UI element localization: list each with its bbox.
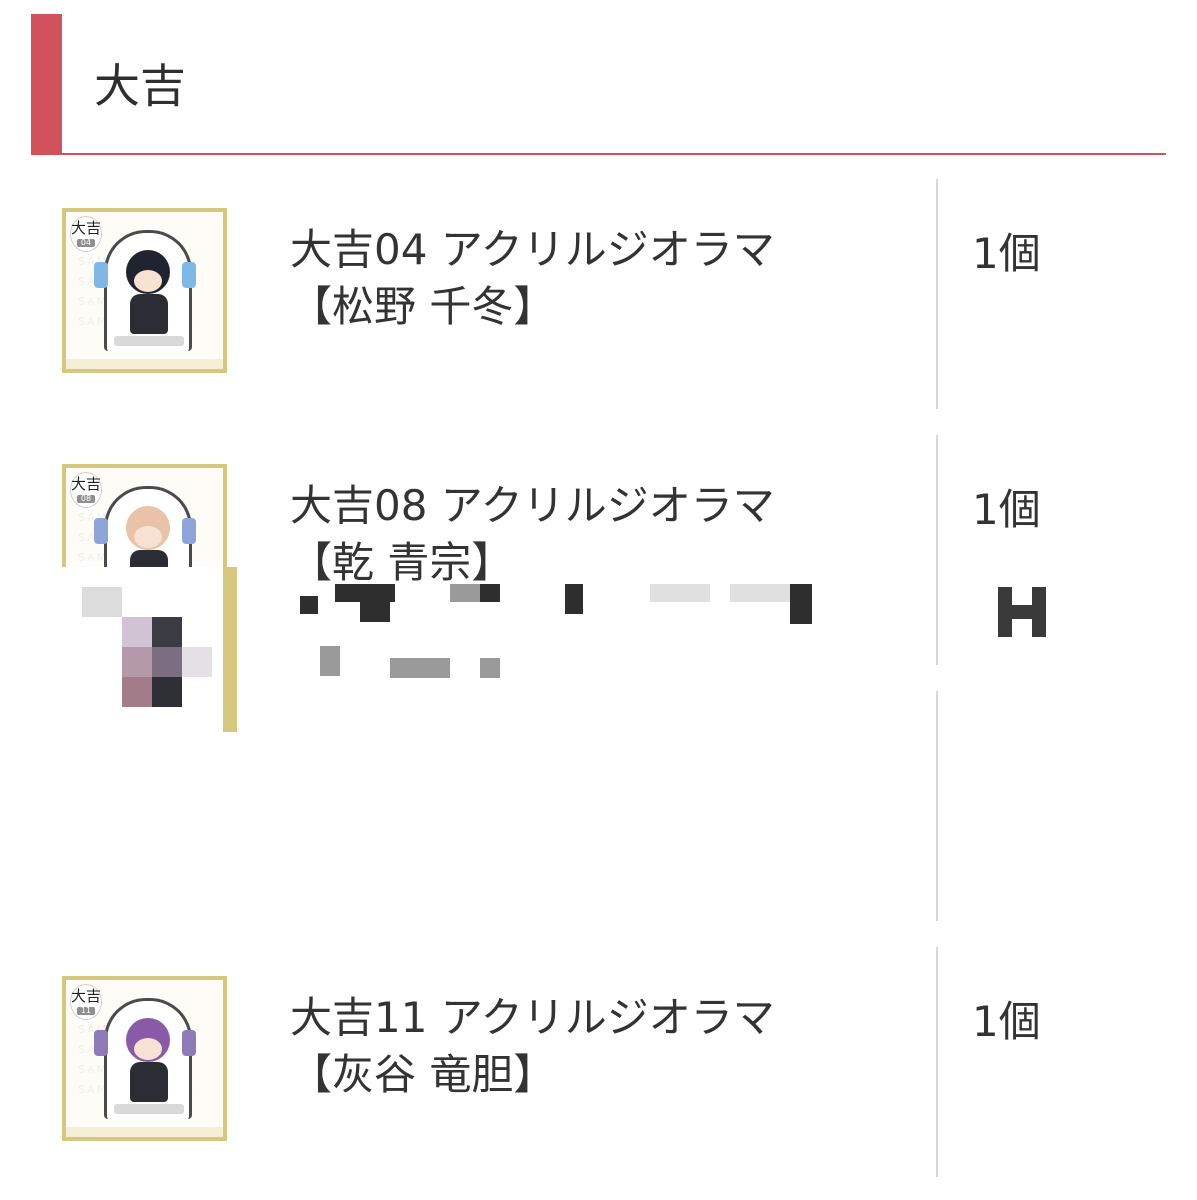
figure-face	[134, 270, 162, 292]
pixel-block	[360, 602, 390, 622]
pixel-block	[320, 646, 340, 676]
pixel-block	[1032, 587, 1046, 637]
diorama-stand	[114, 336, 184, 346]
rank-badge-number: 08	[77, 495, 95, 503]
column-divider	[936, 435, 938, 665]
figure-face	[134, 526, 162, 548]
section-header: 大吉	[31, 14, 1166, 155]
prize-row[interactable]: SAMPLE SAMPLESAMPLE SAMPLESAMPLE SAMPLES…	[0, 921, 1197, 1177]
pixel-block	[1012, 605, 1032, 619]
item-name: 大吉04 アクリルジオラマ 【松野 千冬】	[290, 221, 890, 335]
rank-badge-label: 大吉	[71, 987, 102, 1005]
item-name-line1: 大吉11 アクリルジオラマ	[290, 993, 775, 1042]
column-divider	[936, 179, 938, 409]
pixel-block	[790, 584, 812, 624]
prize-row[interactable]: SAMPLE SAMPLESAMPLE SAMPLESAMPLE SAMPLES…	[0, 153, 1197, 409]
pixel-block	[82, 587, 122, 617]
figure-body	[130, 294, 168, 334]
pixel-block	[480, 658, 500, 678]
item-name: 大吉11 アクリルジオラマ 【灰谷 竜胆】	[290, 989, 890, 1103]
pixel-block	[390, 658, 450, 678]
pixel-block	[565, 584, 583, 614]
ribbon-left	[94, 262, 108, 288]
copyright-strip	[66, 1127, 223, 1137]
pixel-block	[122, 647, 152, 677]
rank-badge-number: 04	[77, 239, 95, 247]
prize-thumbnail[interactable]: SAMPLE SAMPLESAMPLE SAMPLESAMPLE SAMPLES…	[62, 976, 227, 1141]
item-name-line2: 【松野 千冬】	[290, 282, 556, 331]
pixel-block	[650, 584, 710, 602]
rank-badge-label: 大吉	[71, 475, 102, 493]
ribbon-right	[182, 262, 196, 288]
diorama-stand	[114, 1104, 184, 1114]
pixel-block	[152, 677, 182, 707]
copyright-strip	[66, 359, 223, 369]
prize-thumbnail[interactable]: SAMPLE SAMPLESAMPLE SAMPLESAMPLE SAMPLES…	[62, 208, 227, 373]
pixelated-thumbnail	[62, 567, 237, 732]
item-name-line2: 【灰谷 竜胆】	[290, 1050, 556, 1099]
section-title: 大吉	[94, 59, 186, 113]
column-divider	[936, 947, 938, 1177]
pixel-block	[152, 617, 182, 647]
pixel-block	[335, 584, 395, 602]
item-quantity: 1個	[972, 997, 1041, 1046]
item-quantity: 1個	[972, 485, 1041, 534]
section-accent-bar	[31, 14, 62, 153]
pixelated-item-name	[290, 584, 830, 704]
pixel-block	[122, 617, 152, 647]
pixel-block	[998, 587, 1012, 637]
figure-body	[130, 1062, 168, 1102]
rank-badge: 大吉 11	[70, 984, 102, 1020]
column-divider	[936, 691, 938, 921]
item-name-line1: 大吉04 アクリルジオラマ	[290, 225, 775, 274]
rank-badge-number: 11	[77, 1007, 95, 1015]
ribbon-right	[182, 518, 196, 544]
rank-badge-label: 大吉	[71, 219, 102, 237]
figure-face	[134, 1038, 162, 1060]
item-name-line2: 【乾 青宗】	[290, 538, 514, 587]
pixel-block	[182, 647, 212, 677]
item-name: 大吉08 アクリルジオラマ 【乾 青宗】	[290, 477, 890, 591]
rank-badge: 大吉 08	[70, 472, 102, 508]
pixel-block	[122, 677, 152, 707]
pixel-block	[300, 596, 318, 614]
item-quantity: 1個	[972, 229, 1041, 278]
pixelated-quantity	[998, 587, 1046, 637]
ribbon-left	[94, 1030, 108, 1056]
pixel-block	[152, 647, 182, 677]
rank-badge: 大吉 04	[70, 216, 102, 252]
ribbon-left	[94, 518, 108, 544]
pixel-block	[730, 584, 790, 602]
item-name-line1: 大吉08 アクリルジオラマ	[290, 481, 775, 530]
ribbon-right	[182, 1030, 196, 1056]
pixel-block	[480, 584, 500, 602]
